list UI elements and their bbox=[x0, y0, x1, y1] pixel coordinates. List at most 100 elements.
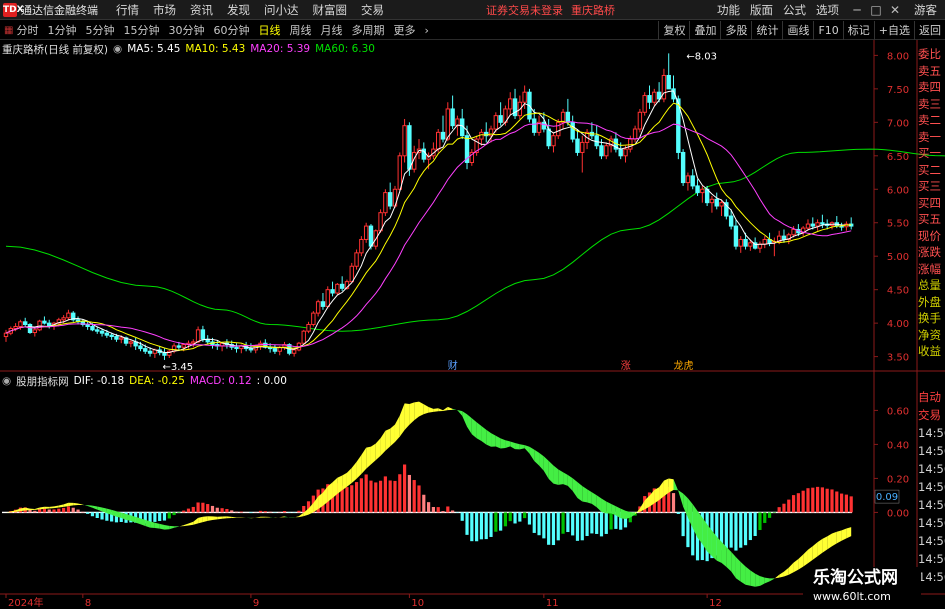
macd-ribbon bbox=[366, 446, 371, 469]
candle-body bbox=[743, 238, 748, 247]
macd-ribbon bbox=[740, 561, 746, 585]
time-label: 自动 bbox=[918, 390, 941, 404]
macd-ribbon bbox=[73, 502, 79, 506]
candle-body bbox=[147, 350, 153, 354]
price-tick-label: 8.00 bbox=[887, 51, 909, 62]
macd-ribbon bbox=[226, 516, 232, 519]
macd-tick-label: 0.40 bbox=[887, 440, 909, 451]
candle-body bbox=[32, 329, 38, 334]
candle-body bbox=[815, 222, 820, 227]
candle-body bbox=[810, 223, 815, 227]
candle-body bbox=[805, 223, 811, 229]
time-label: 交易 bbox=[918, 408, 941, 422]
macd-ribbon bbox=[428, 406, 434, 413]
event-zhang: 涨 bbox=[621, 360, 631, 372]
candle-body bbox=[306, 323, 311, 332]
macd-ribbon bbox=[54, 505, 59, 509]
macd-ribbon bbox=[476, 422, 482, 441]
macd-ribbon bbox=[836, 530, 842, 544]
macd-ribbon bbox=[49, 506, 55, 509]
quote-label: 现价 bbox=[918, 228, 941, 243]
macd-ribbon bbox=[279, 516, 285, 518]
x-tick-label: 11 bbox=[546, 598, 559, 609]
candle-body bbox=[368, 225, 374, 247]
macd-ribbon bbox=[438, 408, 444, 412]
candle-body bbox=[128, 341, 134, 344]
macd-ribbon bbox=[587, 489, 592, 504]
macd-ribbon bbox=[390, 424, 395, 447]
kline-chart[interactable]: 3.50 4.00 4.50 5.00 5.50 6.00 6.50 7.00 7.50 8.00… bbox=[0, 0, 945, 609]
price-tick-label: 5.50 bbox=[887, 219, 909, 230]
quote-label: 卖五 bbox=[918, 63, 941, 78]
candle-body bbox=[546, 128, 551, 147]
high-marker: ←8.03 bbox=[686, 51, 717, 62]
candle-body bbox=[37, 320, 42, 331]
candle-body bbox=[47, 322, 52, 327]
x-tick-label: 10 bbox=[411, 598, 424, 609]
macd-ribbon bbox=[611, 503, 616, 516]
candle-body bbox=[181, 344, 186, 348]
candle-body bbox=[339, 283, 345, 289]
macd-ribbon bbox=[198, 516, 203, 524]
candle-body bbox=[556, 121, 561, 137]
candle-body bbox=[762, 238, 767, 245]
time-label: 14:56 bbox=[918, 552, 945, 566]
candle-body bbox=[402, 125, 407, 157]
macd-ribbon bbox=[529, 446, 535, 462]
time-label: 14:56 bbox=[918, 534, 945, 548]
macd-ribbon bbox=[846, 527, 852, 539]
watermark: 乐淘公式网 www.60lt.com bbox=[803, 567, 921, 609]
price-tick-label: 7.00 bbox=[887, 118, 909, 129]
candle-body bbox=[397, 155, 402, 190]
candle-body bbox=[138, 345, 143, 350]
candle-body bbox=[291, 349, 297, 354]
event-cai: 财 bbox=[448, 359, 458, 372]
price-tick-label: 6.00 bbox=[887, 185, 909, 196]
macd-ribbon bbox=[524, 445, 530, 454]
macd-ribbon bbox=[236, 517, 242, 518]
macd-ribbon bbox=[361, 447, 367, 475]
macd-ribbon bbox=[764, 577, 770, 584]
quote-label: 涨跌 bbox=[918, 245, 941, 259]
macd-ribbon bbox=[87, 505, 93, 508]
macd-ribbon bbox=[678, 490, 684, 507]
candle-body bbox=[628, 138, 633, 150]
candle-body bbox=[820, 222, 825, 225]
macd-ribbon bbox=[831, 531, 837, 547]
candle-body bbox=[690, 175, 695, 187]
macd-ribbon bbox=[471, 418, 477, 439]
macd-ribbon bbox=[822, 536, 828, 553]
candle-body bbox=[728, 215, 734, 227]
macd-ribbon bbox=[567, 475, 573, 492]
candle-body bbox=[791, 228, 796, 236]
quote-label: 卖二 bbox=[918, 113, 941, 127]
macd-ribbon bbox=[380, 430, 386, 456]
candle-body bbox=[680, 151, 686, 184]
candle-body bbox=[666, 74, 671, 90]
quote-label: 买一 bbox=[918, 146, 941, 160]
macd-ribbon bbox=[462, 411, 468, 427]
quote-label: 卖一 bbox=[918, 129, 941, 144]
macd-ribbon bbox=[385, 428, 391, 451]
macd-ribbon bbox=[539, 452, 544, 471]
macd-ribbon bbox=[495, 435, 501, 449]
candle-body bbox=[234, 346, 239, 350]
candle-body bbox=[623, 148, 628, 157]
macd-ribbon bbox=[759, 576, 765, 586]
macd-ribbon bbox=[207, 516, 213, 521]
macd-ribbon bbox=[745, 566, 751, 586]
macd-ribbon bbox=[606, 501, 612, 514]
quote-label: 买五 bbox=[918, 212, 941, 226]
macd-ribbon bbox=[404, 403, 410, 430]
macd-ribbon bbox=[92, 505, 98, 510]
macd-ribbon bbox=[351, 461, 357, 483]
candle-body bbox=[575, 138, 580, 153]
macd-ribbon bbox=[154, 522, 160, 529]
candle-body bbox=[647, 95, 652, 103]
quote-label: 卖四 bbox=[918, 80, 941, 94]
quote-label: 买四 bbox=[918, 195, 941, 210]
macd-ribbon bbox=[58, 504, 64, 508]
macd-ribbon bbox=[294, 516, 299, 518]
candle-body bbox=[594, 135, 599, 147]
candle-body bbox=[522, 91, 527, 103]
